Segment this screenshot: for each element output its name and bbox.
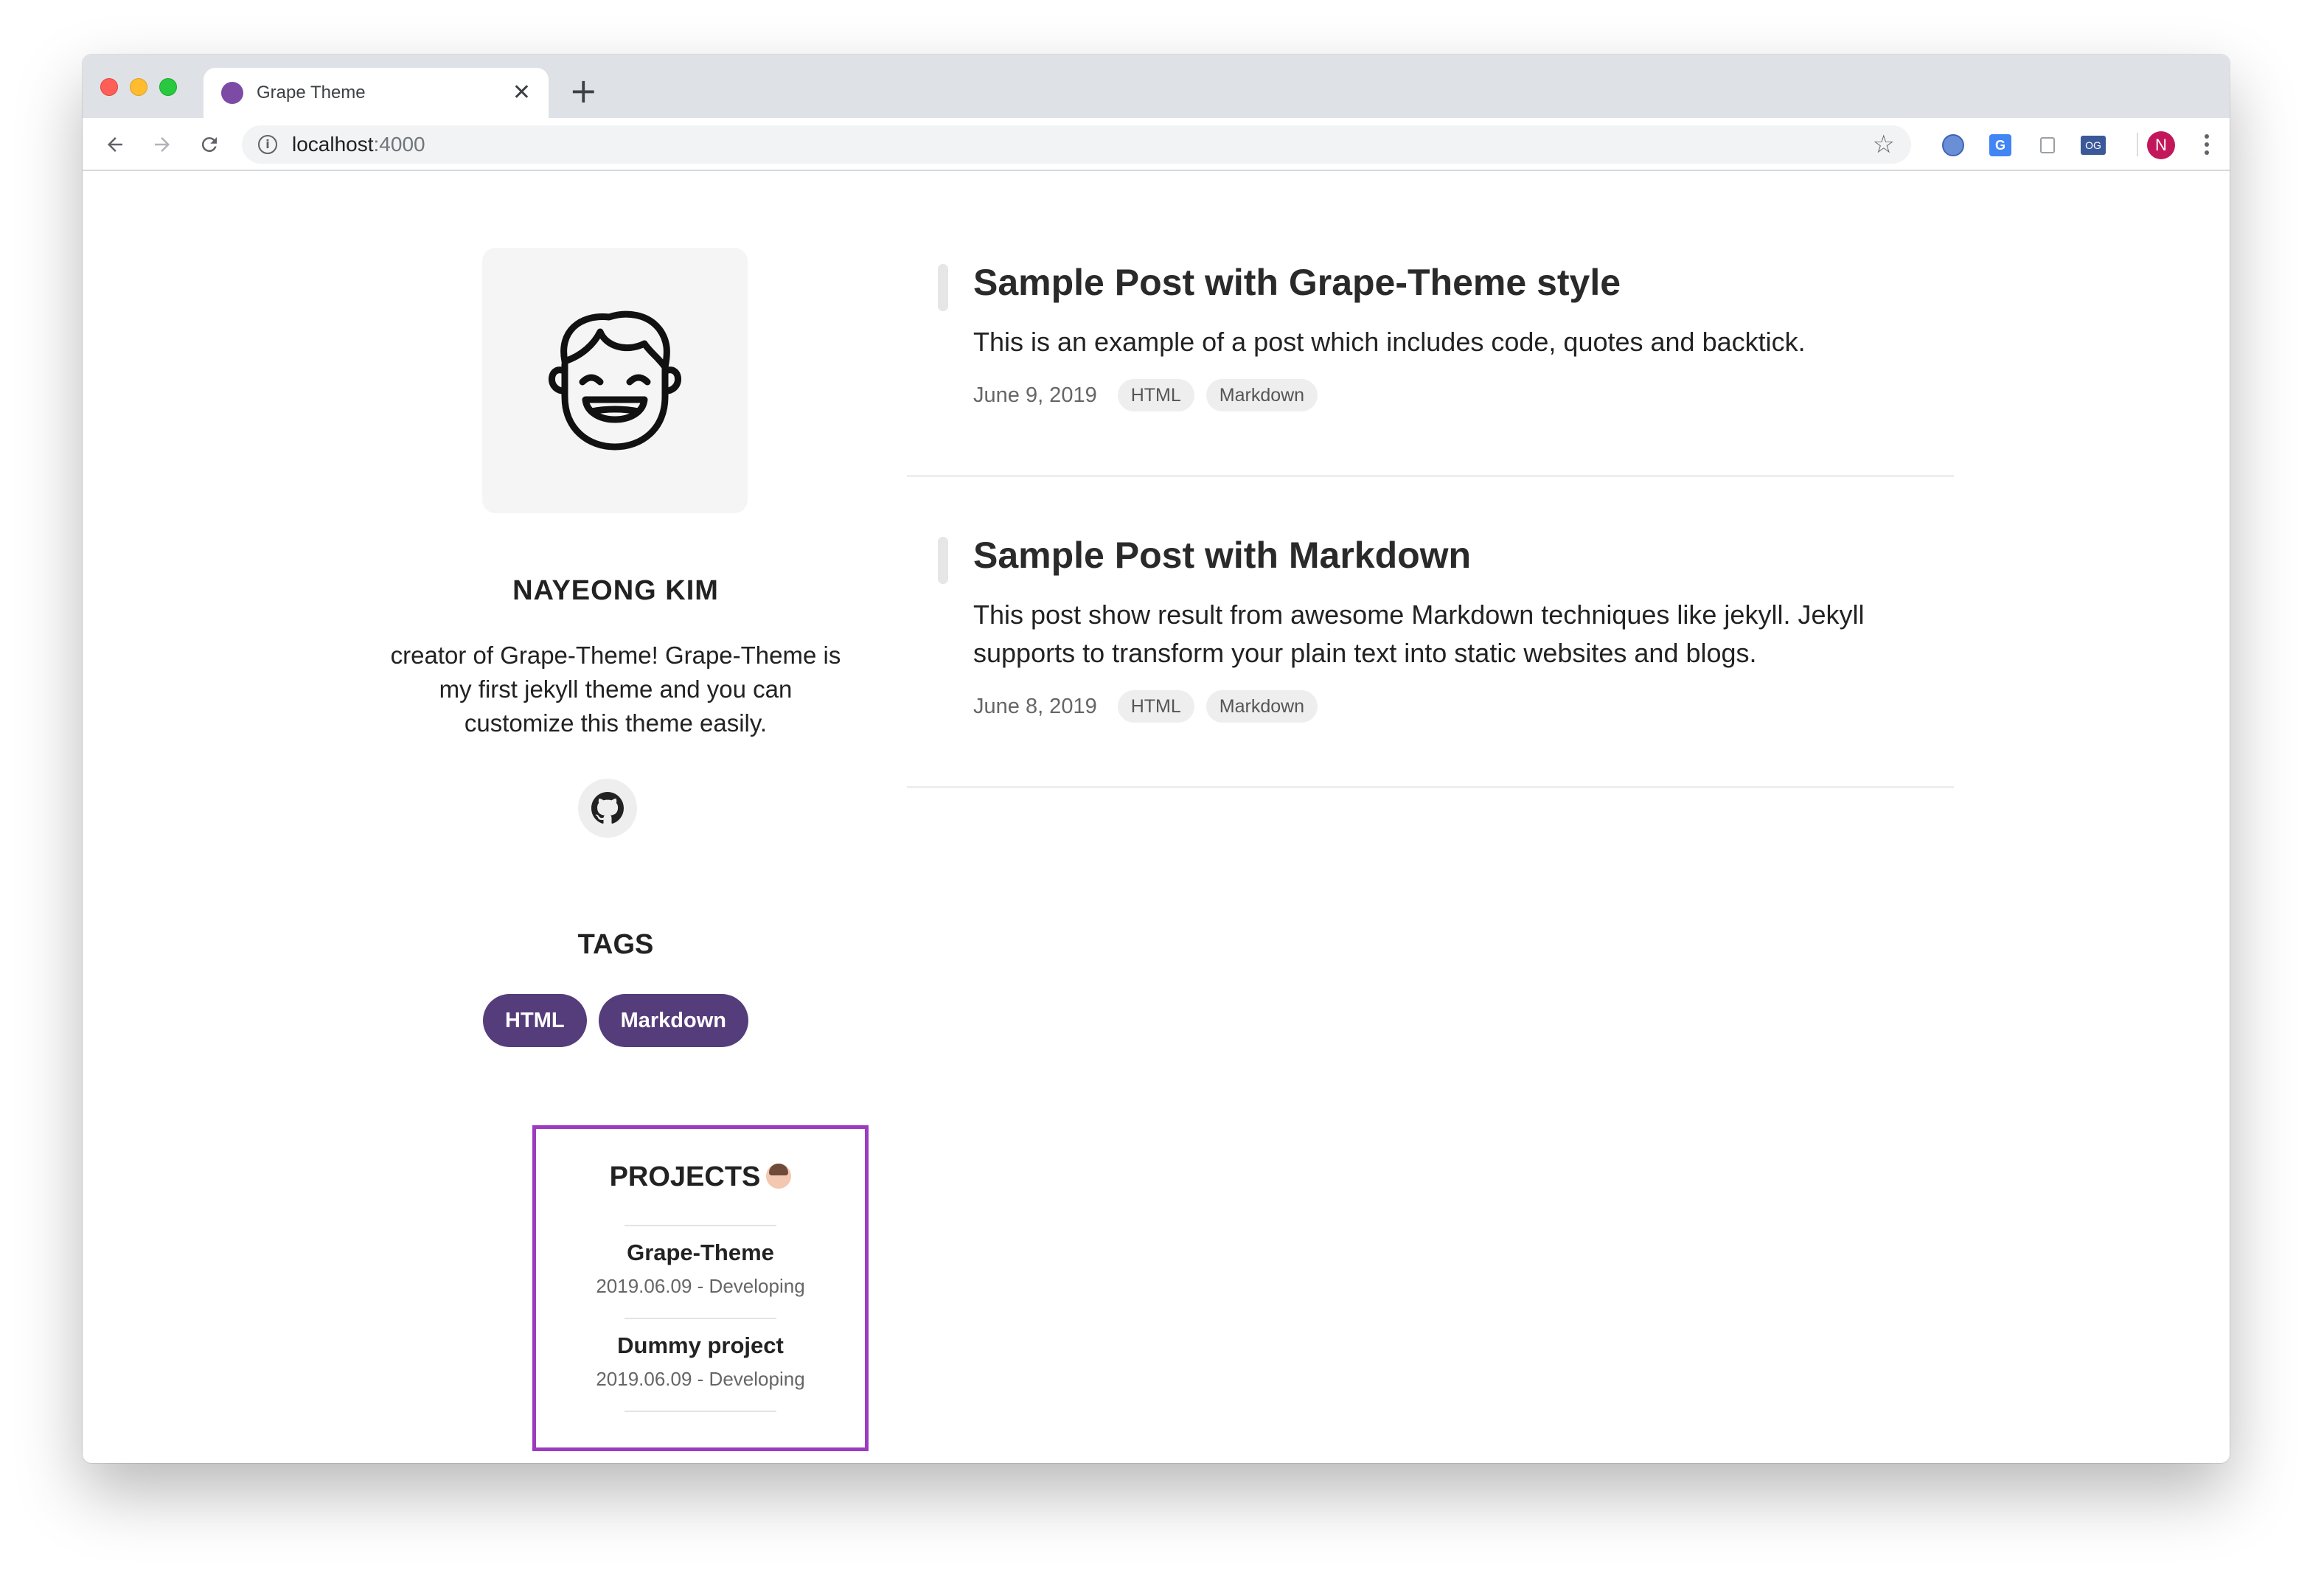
back-button[interactable] [96, 125, 134, 164]
menu-icon[interactable] [2196, 130, 2218, 159]
reload-icon [201, 137, 217, 153]
page-content: NAYEONG KIM creator of Grape-Theme! Grap… [83, 173, 2230, 1463]
info-icon[interactable]: i [258, 135, 277, 154]
project-divider [625, 1318, 776, 1319]
post-title[interactable]: Sample Post with Markdown [973, 534, 1471, 577]
post-tag-html[interactable]: HTML [1117, 379, 1194, 411]
maximize-window-button[interactable] [159, 78, 177, 96]
project-date: 2019.06.09 - Developing [596, 1275, 805, 1297]
smiling-face-icon [549, 310, 681, 451]
extension-1-icon[interactable] [1941, 133, 1966, 158]
sidebar-tag-html[interactable]: HTML [483, 994, 587, 1047]
post-divider [907, 475, 1954, 477]
post-meta: June 8, 2019 HTML Markdown [973, 690, 1318, 723]
forward-icon [155, 137, 170, 152]
project-name[interactable]: Dummy project [536, 1332, 865, 1359]
og-extension-icon[interactable]: OG [2081, 133, 2106, 158]
tab-title: Grape Theme [257, 83, 366, 102]
project-name[interactable]: Grape-Theme [536, 1240, 865, 1266]
grape-favicon-icon [221, 82, 243, 104]
post-tag-markdown[interactable]: Markdown [1206, 379, 1318, 411]
sidebar-tag-list: HTML Markdown [370, 994, 861, 1047]
post-date: June 8, 2019 [973, 694, 1097, 718]
url-port: :4000 [373, 133, 425, 156]
close-window-button[interactable] [100, 78, 118, 96]
address-bar[interactable]: i localhost:4000 ☆ [242, 125, 1911, 164]
translate-extension-icon[interactable]: G [1988, 133, 2013, 158]
tab-strip: Grape Theme ✕ + [83, 55, 2230, 118]
back-icon [108, 137, 122, 152]
tags-heading: TAGS [577, 929, 654, 960]
browser-toolbar: i localhost:4000 ☆ G OG N [83, 118, 2230, 171]
post-accent-bar [938, 264, 948, 311]
projects-heading-text: PROJECTS [609, 1161, 761, 1192]
project-divider [625, 1411, 776, 1412]
person-emoji-icon [766, 1164, 792, 1189]
toolbar-divider [2137, 133, 2138, 156]
project-divider [625, 1225, 776, 1226]
author-avatar [482, 248, 748, 513]
extension-3-icon[interactable] [2035, 133, 2060, 158]
tab-close-icon[interactable]: ✕ [512, 82, 531, 104]
forward-button[interactable] [143, 125, 181, 164]
url-host: localhost [292, 133, 374, 156]
new-tab-button[interactable]: + [569, 74, 598, 108]
projects-box: PROJECTS Grape-Theme 2019.06.09 - Develo… [532, 1125, 869, 1451]
github-link[interactable] [578, 779, 637, 838]
profile-avatar[interactable]: N [2147, 131, 2175, 159]
author-name: NAYEONG KIM [512, 575, 719, 606]
post-divider [907, 786, 1954, 788]
post-accent-bar [938, 537, 948, 584]
github-icon [591, 792, 624, 824]
project-date: 2019.06.09 - Developing [596, 1368, 805, 1390]
browser-window: Grape Theme ✕ + i localhost:4000 ☆ G OG … [83, 55, 2230, 1463]
bookmark-star-icon[interactable]: ☆ [1873, 130, 1895, 159]
post-title[interactable]: Sample Post with Grape-Theme style [973, 261, 1621, 304]
tab-grape-theme[interactable]: Grape Theme ✕ [203, 68, 549, 118]
projects-heading: PROJECTS [536, 1161, 865, 1193]
post-meta: June 9, 2019 HTML Markdown [973, 379, 1318, 411]
post-tag-html[interactable]: HTML [1117, 690, 1194, 723]
post-tag-markdown[interactable]: Markdown [1206, 690, 1318, 723]
post-excerpt: This is an example of a post which inclu… [973, 327, 1806, 357]
reload-button[interactable] [190, 125, 229, 164]
sidebar-tag-markdown[interactable]: Markdown [598, 994, 748, 1047]
post-excerpt: This post show result from awesome Markd… [973, 599, 1865, 668]
minimize-window-button[interactable] [130, 78, 147, 96]
author-bio: creator of Grape-Theme! Grape-Theme is m… [390, 642, 841, 737]
post-date: June 9, 2019 [973, 383, 1097, 407]
